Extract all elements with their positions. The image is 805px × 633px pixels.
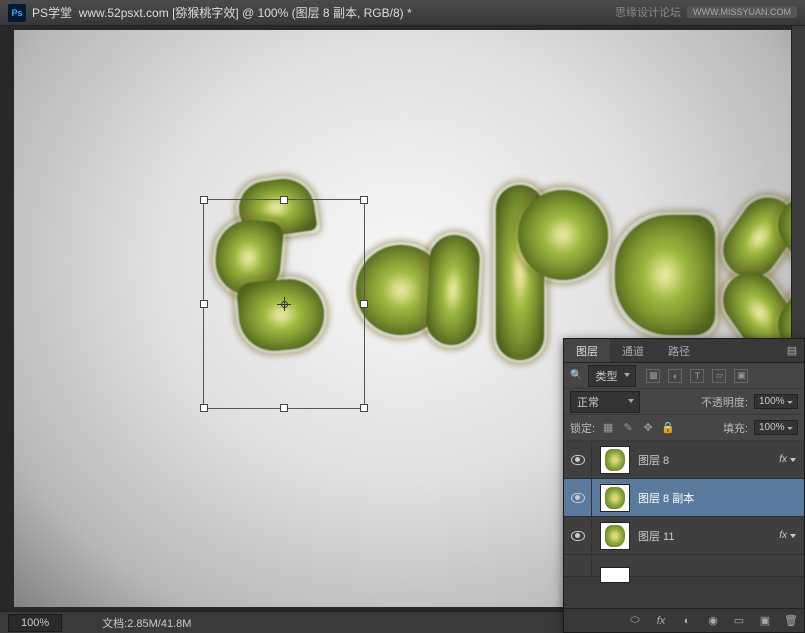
- filter-type-dropdown[interactable]: 类型: [588, 365, 636, 387]
- fill-label: 填充:: [723, 420, 748, 436]
- eye-icon: [571, 455, 585, 465]
- panel-footer: ⬭ fx ◐ ◉ ▭ ▣ 🗑: [564, 608, 804, 632]
- tab-paths[interactable]: 路径: [656, 339, 702, 362]
- opacity-input[interactable]: 100%: [754, 394, 798, 409]
- kiwi-letter-5: [204, 175, 344, 375]
- tab-channels[interactable]: 通道: [610, 339, 656, 362]
- eye-icon: [571, 493, 585, 503]
- layer-mask-icon[interactable]: ◐: [680, 614, 694, 628]
- titlebar-url: www.52psxt.com: [79, 6, 169, 20]
- lock-transparency-icon[interactable]: ▦: [601, 421, 615, 435]
- link-layers-icon[interactable]: ⬭: [628, 614, 642, 628]
- filter-smart-icon[interactable]: ▣: [734, 369, 748, 383]
- layer-thumbnail[interactable]: [600, 484, 630, 512]
- layer-visibility-toggle[interactable]: [564, 441, 592, 478]
- lock-position-icon[interactable]: ✥: [641, 421, 655, 435]
- filter-adjust-icon[interactable]: ◐: [668, 369, 682, 383]
- layer-name[interactable]: 图层 11: [638, 528, 779, 544]
- transform-handle-bl[interactable]: [200, 404, 208, 412]
- watermark: 思缘设计论坛 WWW.MISSYUAN.COM: [615, 4, 797, 20]
- layer-visibility-toggle[interactable]: [564, 555, 592, 576]
- panel-menu-icon[interactable]: ▤: [780, 339, 804, 362]
- layer-group-icon[interactable]: ▭: [732, 614, 746, 628]
- filter-row: 🔍 类型 ▩ ◐ T ▱ ▣: [564, 363, 804, 389]
- fill-input[interactable]: 100%: [754, 420, 798, 435]
- lock-all-icon[interactable]: 🔒: [661, 421, 675, 435]
- adjustment-layer-icon[interactable]: ◉: [706, 614, 720, 628]
- filter-pixel-icon[interactable]: ▩: [646, 369, 660, 383]
- layers-panel: 图层 通道 路径 ▤ 🔍 类型 ▩ ◐ T ▱ ▣ 正常 不透明度: 100% …: [563, 338, 805, 633]
- app-icon: Ps: [8, 4, 26, 22]
- layer-name[interactable]: 图层 8: [638, 452, 779, 468]
- layer-fx-badge[interactable]: fx: [779, 454, 796, 465]
- layer-style-icon[interactable]: fx: [654, 614, 668, 628]
- transform-handle-bm[interactable]: [280, 404, 288, 412]
- layer-thumbnail[interactable]: [600, 522, 630, 550]
- layer-row[interactable]: 图层 8 fx: [564, 441, 804, 479]
- doc-info: 文档:2.85M/41.8M: [102, 615, 191, 631]
- layer-list: 图层 8 fx 图层 8 副本 图层 11 fx: [564, 441, 804, 608]
- blend-row: 正常 不透明度: 100%: [564, 389, 804, 415]
- layer-thumbnail[interactable]: [600, 567, 630, 583]
- filter-shape-icon[interactable]: ▱: [712, 369, 726, 383]
- lock-row: 锁定: ▦ ✎ ✥ 🔒 填充: 100%: [564, 415, 804, 441]
- layer-thumbnail[interactable]: [600, 446, 630, 474]
- kiwi-letter-a: [346, 175, 486, 375]
- layer-visibility-toggle[interactable]: [564, 517, 592, 554]
- lock-pixels-icon[interactable]: ✎: [621, 421, 635, 435]
- titlebar-app: PS学堂: [32, 4, 72, 21]
- titlebar-doc: [猕猴桃字效] @ 100% (图层 8 副本, RGB/8) *: [172, 4, 412, 21]
- layer-row[interactable]: 图层 11 fx: [564, 517, 804, 555]
- layer-name[interactable]: 图层 8 副本: [638, 490, 804, 506]
- opacity-label: 不透明度:: [701, 394, 748, 410]
- watermark-badge: WWW.MISSYUAN.COM: [687, 6, 797, 18]
- search-icon: 🔍: [570, 370, 582, 381]
- layer-row[interactable]: [564, 555, 804, 577]
- eye-icon: [571, 531, 585, 541]
- layer-visibility-toggle[interactable]: [564, 479, 592, 516]
- layer-row[interactable]: 图层 8 副本: [564, 479, 804, 517]
- delete-layer-icon[interactable]: 🗑: [784, 614, 798, 628]
- watermark-text: 思缘设计论坛: [615, 4, 681, 20]
- tab-layers[interactable]: 图层: [564, 339, 610, 362]
- layer-fx-badge[interactable]: fx: [779, 530, 796, 541]
- filter-text-icon[interactable]: T: [690, 369, 704, 383]
- new-layer-icon[interactable]: ▣: [758, 614, 772, 628]
- zoom-level[interactable]: 100%: [8, 614, 62, 632]
- panel-tabs: 图层 通道 路径 ▤: [564, 339, 804, 363]
- blend-mode-dropdown[interactable]: 正常: [570, 391, 640, 413]
- transform-handle-br[interactable]: [360, 404, 368, 412]
- lock-label: 锁定:: [570, 420, 595, 436]
